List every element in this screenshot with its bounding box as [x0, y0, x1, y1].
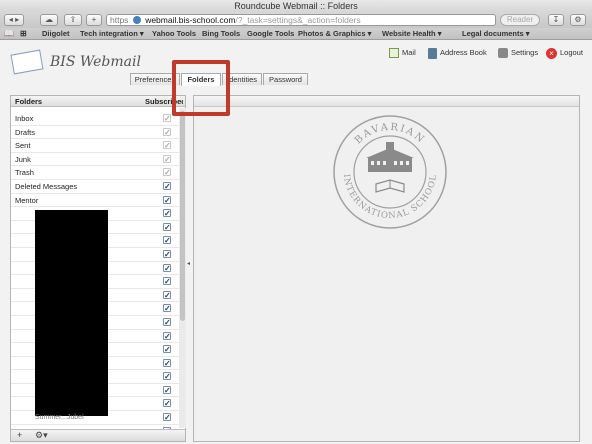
- site-globe-icon: [132, 16, 141, 24]
- subscribe-checkbox[interactable]: [163, 234, 171, 247]
- subscribe-checkbox[interactable]: [163, 343, 171, 356]
- nav-logout[interactable]: × Logout: [546, 46, 583, 60]
- reader-button[interactable]: Reader: [500, 14, 540, 26]
- folder-name: Mentor: [15, 195, 39, 205]
- bookmark-item[interactable]: Diigolet: [42, 28, 70, 40]
- subscribe-checkbox[interactable]: [163, 275, 171, 288]
- subscribe-checkbox[interactable]: [163, 262, 171, 275]
- redacted-folder-names: [35, 210, 108, 416]
- tab-password[interactable]: Password: [263, 73, 308, 85]
- bookmark-item[interactable]: Yahoo Tools: [152, 28, 196, 40]
- bookmark-item[interactable]: Photos & Graphics ▾: [298, 28, 371, 40]
- book-icon[interactable]: 📖: [4, 28, 14, 40]
- tab-highlight-annotation: [172, 60, 230, 116]
- subscribe-checkbox: [163, 166, 171, 179]
- url-host: webmail.bis-school.com: [145, 15, 236, 25]
- new-tab-button[interactable]: +: [86, 14, 102, 26]
- window-title: Roundcube Webmail :: Folders: [0, 0, 592, 12]
- panel-splitter[interactable]: [187, 95, 192, 442]
- share-icon[interactable]: ⇪: [64, 14, 82, 26]
- settings-icon: [498, 48, 508, 59]
- folder-row-mentor[interactable]: Mentor: [11, 194, 179, 208]
- folder-name: Junk: [15, 154, 31, 164]
- bookmark-item[interactable]: Tech integration ▾: [80, 28, 144, 40]
- detail-panel-header: [194, 96, 579, 107]
- browser-toolbar: ◂ ▸ ☁ ⇪ + https webmail.bis-school.com/?…: [0, 12, 592, 28]
- subscribe-checkbox[interactable]: [163, 207, 171, 220]
- subscribe-checkbox[interactable]: [163, 397, 171, 410]
- nav-address-book[interactable]: Address Book: [428, 46, 487, 60]
- folder-detail-panel: BAVARIAN INTERNATIONAL SCHOOL: [193, 95, 580, 442]
- folder-row-junk[interactable]: Junk: [11, 153, 179, 167]
- subscribe-checkbox[interactable]: [163, 384, 171, 397]
- subscribe-checkbox[interactable]: [163, 411, 171, 424]
- nav-mail-label: Mail: [402, 48, 416, 57]
- bookmarks-bar: 📖 ⊞ Diigolet Tech integration ▾ Yahoo To…: [0, 28, 592, 40]
- folder-name: Drafts: [15, 127, 36, 137]
- folder-list-header: Folders Subscribed: [11, 96, 185, 107]
- folder-name: Deleted Messages: [15, 181, 78, 191]
- folder-name: Sent: [15, 141, 31, 151]
- nav-settings-label: Settings: [511, 48, 539, 57]
- school-seal-watermark: BAVARIAN INTERNATIONAL SCHOOL: [333, 115, 447, 229]
- add-folder-button[interactable]: +: [17, 430, 22, 441]
- folders-column-header: Folders: [15, 97, 43, 106]
- subscribe-checkbox[interactable]: [163, 248, 171, 261]
- subscribe-checkbox[interactable]: [163, 302, 171, 315]
- gear-icon[interactable]: ⚙: [570, 14, 586, 26]
- subscribe-checkbox[interactable]: [163, 370, 171, 383]
- bookmark-item[interactable]: Website Health ▾: [382, 28, 441, 40]
- envelope-icon: [10, 49, 44, 75]
- subscribe-checkbox[interactable]: [163, 180, 171, 193]
- subscribe-checkbox[interactable]: [163, 194, 171, 207]
- folder-list-footer: + ⚙▾: [11, 429, 185, 441]
- scrollbar-thumb[interactable]: [180, 111, 185, 321]
- grid-icon[interactable]: ⊞: [20, 28, 27, 40]
- subscribe-checkbox: [163, 139, 171, 152]
- nav-address-book-label: Address Book: [440, 48, 487, 57]
- folder-list-panel: Folders Subscribed Inbox Drafts Sent Jun…: [10, 95, 186, 442]
- folder-row-sent[interactable]: Sent: [11, 139, 179, 153]
- address-book-icon: [428, 47, 437, 59]
- bookmark-item[interactable]: Bing Tools: [202, 28, 240, 40]
- download-icon[interactable]: ↧: [548, 14, 564, 26]
- subscribe-checkbox: [163, 153, 171, 166]
- subscribe-checkbox[interactable]: [163, 316, 171, 329]
- folder-row-trash[interactable]: Trash: [11, 166, 179, 180]
- folder-list-scrollbar[interactable]: [179, 108, 186, 428]
- nav-settings[interactable]: Settings: [498, 46, 538, 60]
- nav-mail[interactable]: Mail: [389, 46, 416, 60]
- folder-name: Inbox: [15, 114, 34, 123]
- subscribe-checkbox[interactable]: [163, 330, 171, 343]
- folder-options-button[interactable]: ⚙▾: [35, 430, 48, 441]
- cloud-icon[interactable]: ☁: [40, 14, 58, 26]
- url-scheme: https: [110, 15, 129, 25]
- webmail-app: BIS Webmail Mail Address Book Settings ×…: [0, 40, 592, 444]
- logout-icon: ×: [546, 47, 557, 59]
- folder-row-deleted-messages[interactable]: Deleted Messages: [11, 180, 179, 194]
- mail-icon: [389, 48, 399, 59]
- bookmark-item[interactable]: Legal documents ▾: [462, 28, 530, 40]
- bookmark-item[interactable]: Google Tools: [247, 28, 294, 40]
- url-path: /?_task=settings&_action=folders: [235, 15, 361, 25]
- logo-text: BIS Webmail: [50, 54, 141, 70]
- subscribe-checkbox[interactable]: [163, 357, 171, 370]
- subscribe-checkbox: [163, 126, 171, 139]
- folder-row-drafts[interactable]: Drafts: [11, 126, 179, 140]
- subscribe-checkbox[interactable]: [163, 221, 171, 234]
- back-forward-button[interactable]: ◂ ▸: [4, 14, 24, 26]
- subscribe-checkbox[interactable]: [163, 289, 171, 302]
- folder-row-inbox[interactable]: Inbox: [11, 112, 179, 126]
- subscribe-checkbox: [163, 112, 171, 125]
- folder-name: Trash: [15, 168, 34, 178]
- nav-logout-label: Logout: [560, 48, 583, 57]
- partial-folder-name: Summer...Jubel: [35, 414, 84, 421]
- url-bar[interactable]: https webmail.bis-school.com/?_task=sett…: [106, 14, 496, 26]
